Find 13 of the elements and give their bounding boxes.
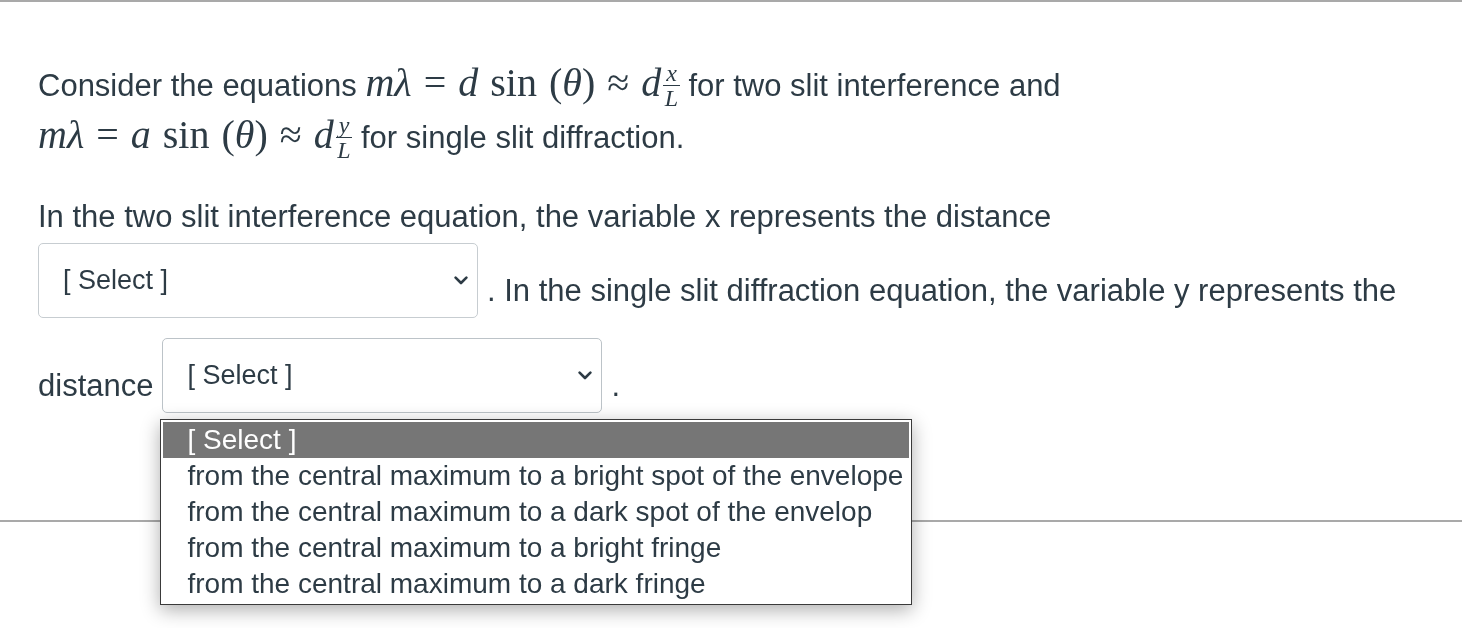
question-text: In the two slit interference equation, the variable x represents the distance <box>38 198 1052 236</box>
question-text: distance <box>38 366 154 405</box>
dropdown-option[interactable]: from the central maximum to a bright fringe <box>163 530 910 566</box>
dropdown-option[interactable]: from the central maximum to a dark fringe <box>163 566 910 602</box>
dropdown-option[interactable]: [ Select ] <box>163 422 910 458</box>
question-text: . <box>611 366 621 405</box>
question-text: . In the single slit diffraction equation, the variable y represents the <box>487 271 1397 310</box>
answer-dropdown[interactable]: [ Select ] <box>38 243 478 318</box>
dropdown-option[interactable]: from the central maximum to a dark spot of the envelop <box>163 494 910 530</box>
chevron-down-icon <box>578 371 593 380</box>
answer-dropdown[interactable]: [ Select ] <box>162 338 603 413</box>
dropdown-option[interactable]: from the central maximum to a bright spot of the envelope <box>163 458 910 494</box>
chevron-down-icon <box>454 276 468 285</box>
